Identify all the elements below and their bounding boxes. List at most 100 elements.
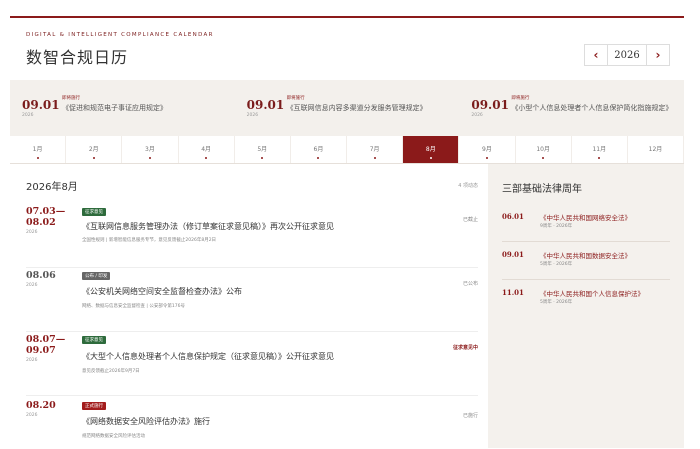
- compliance-calendar: DIGITAL & INTELLIGENT COMPLIANCE CALENDA…: [10, 16, 685, 448]
- featured-tag: 即将施行: [511, 96, 530, 101]
- item-tag: 征求意见: [82, 208, 106, 216]
- law-item[interactable]: 11.01 《中华人民共和国个人信息保护法》 5周年 · 2026年: [502, 288, 670, 318]
- item-status: 征求意见中: [452, 345, 478, 351]
- list-count: 4 项动态: [458, 183, 478, 189]
- featured-text: 《促进和规范电子事证应用规定》: [62, 104, 167, 112]
- item-date: 08.20: [26, 400, 56, 411]
- panel-title: 三部基础法律周年: [502, 184, 582, 195]
- featured-tag: 即将施行: [62, 96, 80, 101]
- tab-month-10[interactable]: 10月: [516, 136, 572, 163]
- list-heading: 2026年8月: [26, 182, 78, 193]
- month-label: 1月: [32, 146, 43, 153]
- tab-month-8[interactable]: 8月: [403, 136, 460, 163]
- month-dot: [485, 157, 488, 159]
- item-tag: 公布 / 印发: [82, 272, 111, 280]
- item-title[interactable]: 《大型个人信息处理者个人信息保护规定（征求意见稿）》公开征求意见: [82, 351, 334, 362]
- item-title[interactable]: 《网络数据安全风险评估办法》施行: [82, 416, 210, 427]
- tab-month-3[interactable]: 3月: [122, 136, 179, 163]
- item-date: 08.07— 09.07: [26, 334, 66, 356]
- month-event-list: 2026年8月 4 项动态 07.03— 08.02 2026 征求意见 《互联…: [10, 164, 488, 448]
- header-eyebrow: DIGITAL & INTELLIGENT COMPLIANCE CALENDA…: [26, 32, 214, 38]
- month-label: 4月: [201, 146, 212, 153]
- month-dot: [92, 157, 95, 159]
- featured-text: 《互联网信息内容多渠道分发服务管理规定》: [286, 104, 427, 112]
- law-date: 09.01: [502, 250, 524, 259]
- featured-date: 09.01: [246, 98, 285, 112]
- item-year: 2026: [26, 358, 38, 363]
- item-year: 2026: [26, 413, 38, 418]
- featured-year: 2026: [471, 113, 483, 118]
- month-label: 11月: [592, 146, 607, 153]
- month-label: 6月: [313, 146, 324, 153]
- prev-year-button[interactable]: ‹: [585, 45, 607, 65]
- next-year-button[interactable]: ›: [647, 45, 669, 65]
- item-year: 2026: [26, 230, 38, 235]
- featured-tag: 即将施行: [286, 96, 305, 101]
- law-anniversary: 9周年 · 2026年: [540, 224, 573, 229]
- law-item[interactable]: 09.01 《中华人民共和国数据安全法》 5周年 · 2026年: [502, 250, 670, 280]
- law-item[interactable]: 06.01 《中华人民共和国网络安全法》 9周年 · 2026年: [502, 212, 670, 242]
- month-label: 12月: [648, 146, 663, 153]
- item-subtitle: 规范网络数据安全风险评估活动: [82, 434, 145, 439]
- tab-month-5[interactable]: 5月: [235, 136, 291, 163]
- item-title[interactable]: 《公安机关网络空间安全监督检查办法》公布: [82, 286, 242, 297]
- item-title[interactable]: 《互联网信息服务管理办法（修订草案征求意见稿）》再次公开征求意见: [82, 221, 334, 232]
- item-date: 08.06: [26, 270, 56, 281]
- item-status: 已截止: [462, 217, 478, 223]
- list-item[interactable]: 08.07— 09.07 2026 征求意见 《大型个人信息处理者个人信息保护规…: [26, 334, 478, 396]
- list-item[interactable]: 07.03— 08.02 2026 征求意见 《互联网信息服务管理办法（修订草案…: [26, 206, 478, 268]
- month-label: 7月: [369, 146, 380, 153]
- featured-year: 2026: [22, 113, 34, 118]
- calendar-header: DIGITAL & INTELLIGENT COMPLIANCE CALENDA…: [10, 18, 684, 78]
- item-status: 已公布: [462, 281, 478, 287]
- year-navigator: ‹ 2026 ›: [584, 44, 670, 66]
- featured-date: 09.01: [471, 98, 509, 112]
- month-dot: [598, 157, 601, 159]
- item-subtitle: 全国性规则 | 新增智能信息服务专节，意见反馈截止2026年8月2日: [82, 238, 217, 243]
- tab-month-11[interactable]: 11月: [572, 136, 628, 163]
- law-date: 06.01: [502, 212, 524, 221]
- tab-month-1[interactable]: 1月: [10, 136, 67, 163]
- law-name[interactable]: 《中华人民共和国网络安全法》: [540, 212, 631, 222]
- featured-item[interactable]: 即将施行 09.01 2026 《互联网信息内容多渠道分发服务管理规定》: [235, 80, 460, 136]
- month-dot: [148, 157, 151, 159]
- item-tag: 正式施行: [82, 402, 106, 410]
- month-label: 3月: [145, 146, 155, 153]
- law-anniversary: 5周年 · 2026年: [540, 262, 573, 267]
- tab-month-6[interactable]: 6月: [291, 136, 348, 163]
- item-subtitle: 网络、数据与信息安全监督检查 | 公安部令第176号: [82, 304, 185, 309]
- month-label: 10月: [536, 146, 550, 153]
- month-dot: [373, 157, 376, 159]
- current-year: 2026: [607, 45, 647, 65]
- tab-month-4[interactable]: 4月: [179, 136, 235, 163]
- month-dot: [317, 157, 320, 159]
- item-status: 已施行: [462, 413, 478, 419]
- tab-month-9[interactable]: 9月: [459, 136, 516, 163]
- month-dot: [36, 157, 39, 159]
- item-subtitle: 意见反馈截止2026年9月7日: [82, 369, 140, 374]
- list-item[interactable]: 08.06 2026 公布 / 印发 《公安机关网络空间安全监督检查办法》公布 …: [26, 270, 478, 332]
- tab-month-2[interactable]: 2月: [66, 136, 123, 163]
- law-date: 11.01: [502, 288, 524, 297]
- page-title: 数智合规日历: [26, 48, 129, 67]
- month-tabs: 1月 2月 3月 4月 5月 6月 7月 8月 9月 10月 11月 12月: [10, 136, 685, 164]
- law-name[interactable]: 《中华人民共和国数据安全法》: [540, 250, 631, 260]
- featured-item[interactable]: 即将施行 09.01 2026 《小型个人信息处理者个人信息保护简化指施规定》: [459, 80, 684, 136]
- anniversary-panel: 三部基础法律周年 06.01 《中华人民共和国网络安全法》 9周年 · 2026…: [488, 164, 684, 448]
- month-label: 9月: [482, 146, 492, 153]
- month-label: 5月: [257, 146, 268, 153]
- featured-text: 《小型个人信息处理者个人信息保护简化指施规定》: [511, 104, 673, 112]
- featured-year: 2026: [246, 113, 259, 118]
- month-dot: [429, 157, 432, 159]
- law-anniversary: 5周年 · 2026年: [540, 300, 573, 305]
- tab-month-7[interactable]: 7月: [347, 136, 404, 163]
- featured-item[interactable]: 即将施行 09.01 2026 《促进和规范电子事证应用规定》: [10, 80, 235, 136]
- item-tag: 征求意见: [82, 336, 106, 344]
- list-item[interactable]: 08.20 2026 正式施行 《网络数据安全风险评估办法》施行 规范网络数据安…: [26, 400, 478, 448]
- item-year: 2026: [26, 283, 38, 288]
- law-name[interactable]: 《中华人民共和国个人信息保护法》: [540, 288, 644, 298]
- month-label: 8月: [425, 146, 436, 153]
- month-dot: [542, 157, 545, 159]
- featured-band: 即将施行 09.01 2026 《促进和规范电子事证应用规定》 即将施行 09.…: [10, 80, 684, 136]
- tab-month-12[interactable]: 12月: [628, 136, 685, 163]
